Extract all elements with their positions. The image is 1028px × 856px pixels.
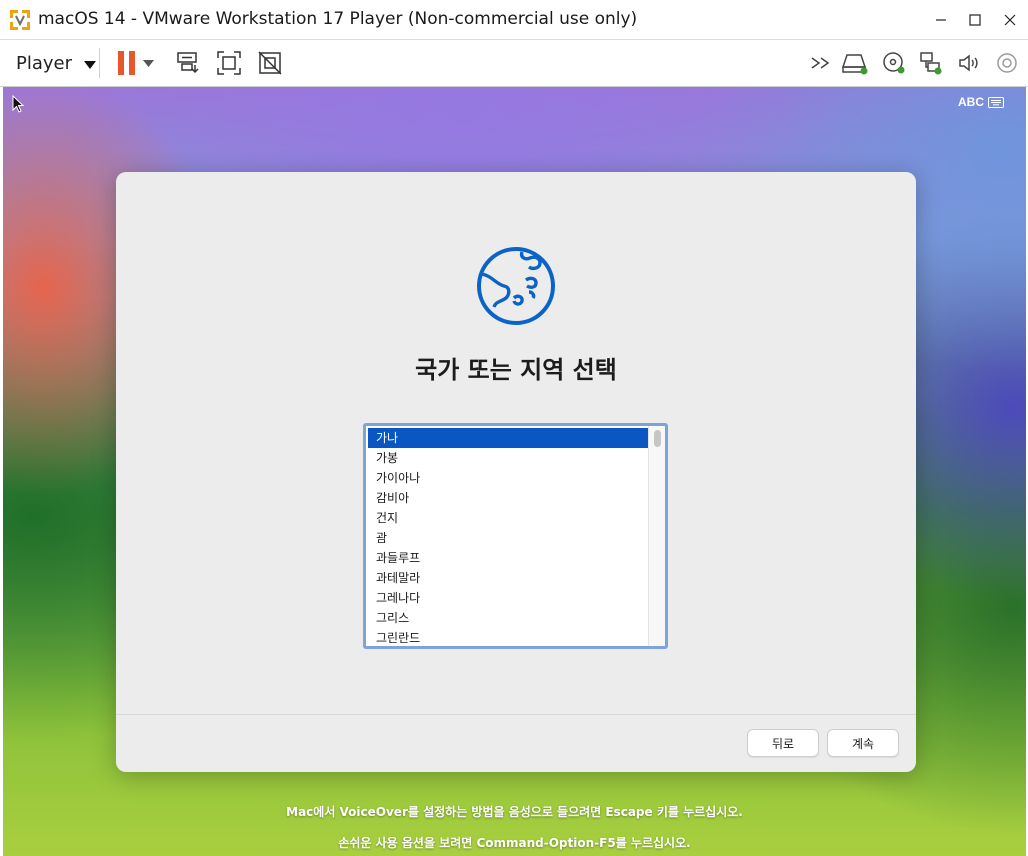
back-button[interactable]: 뒤로 (747, 729, 819, 757)
more-devices-button[interactable] (805, 46, 839, 80)
list-item[interactable]: 감비아 (368, 488, 648, 508)
list-item[interactable]: 가이아나 (368, 468, 648, 488)
pause-icon (118, 51, 135, 75)
list-item[interactable]: 그린란드 (368, 628, 648, 646)
unity-icon (258, 51, 282, 75)
list-scrollbar[interactable] (648, 426, 665, 646)
input-source-indicator[interactable]: ABC (958, 95, 1004, 109)
list-item[interactable]: 가봉 (368, 448, 648, 468)
player-toolbar: Player (0, 40, 1028, 87)
list-scrollbar-thumb[interactable] (654, 430, 661, 447)
toolbar-separator (99, 48, 100, 78)
vm-display[interactable]: ABC 국가 또는 지역 선택 가나 가봉 가이아나 감비아 건지 괌 과들루프 과테말라 그레… (3, 87, 1026, 856)
list-item[interactable]: 그레나다 (368, 588, 648, 608)
accessibility-hint: 손쉬운 사용 옵션을 보려면 Command-Option-F5를 누르십시오. (338, 836, 691, 850)
setup-assistant-panel: 국가 또는 지역 선택 가나 가봉 가이아나 감비아 건지 괌 과들루프 과테말라 그레나다 그리… (116, 172, 916, 772)
sound-button[interactable] (952, 46, 986, 80)
unity-button[interactable] (253, 46, 287, 80)
list-item[interactable]: 건지 (368, 508, 648, 528)
maximize-button[interactable] (958, 6, 992, 34)
list-item[interactable]: 과테말라 (368, 568, 648, 588)
fullscreen-button[interactable] (212, 46, 246, 80)
country-listbox[interactable]: 가나 가봉 가이아나 감비아 건지 괌 과들루프 과테말라 그레나다 그리스 그린란드 (363, 423, 668, 649)
send-ctrl-alt-del-icon (177, 52, 199, 74)
input-source-label: ABC (958, 95, 984, 109)
hard-disk-button[interactable] (838, 46, 872, 80)
list-item[interactable]: 과들루프 (368, 548, 648, 568)
keyboard-icon (988, 96, 1004, 108)
page-title: 국가 또는 지역 선택 (415, 356, 617, 384)
chevrons-icon (811, 57, 830, 69)
usb-button[interactable] (990, 46, 1024, 80)
vmware-app-icon (8, 8, 32, 32)
dropdown-icon (142, 59, 154, 67)
mouse-pointer-icon (12, 94, 25, 117)
send-ctrl-alt-del-button[interactable] (171, 46, 205, 80)
caret-down-icon (84, 53, 97, 74)
list-item[interactable]: 괌 (368, 528, 648, 548)
player-menu-button[interactable]: Player (10, 48, 102, 78)
network-adapter-button[interactable] (914, 46, 948, 80)
pause-dropdown-button[interactable] (138, 46, 158, 80)
network-adapter-icon (920, 52, 942, 75)
continue-button[interactable]: 계속 (827, 729, 899, 757)
list-item[interactable]: 가나 (368, 428, 648, 448)
close-button[interactable] (993, 6, 1027, 34)
window-title: macOS 14 - VMware Workstation 17 Player … (38, 9, 638, 29)
voiceover-hint: Mac에서 VoiceOver를 설정하는 방법을 음성으로 들으려면 Esca… (286, 805, 743, 819)
panel-divider (116, 714, 916, 715)
list-item[interactable]: 그리스 (368, 608, 648, 628)
hard-disk-icon (841, 54, 868, 75)
sound-icon (959, 54, 978, 72)
fullscreen-icon (217, 51, 241, 75)
minimize-button[interactable] (924, 6, 958, 34)
usb-icon (997, 53, 1017, 73)
country-list: 가나 가봉 가이아나 감비아 건지 괌 과들루프 과테말라 그레나다 그리스 그린란드 (366, 426, 648, 646)
cd-dvd-button[interactable] (877, 46, 911, 80)
window-titlebar: macOS 14 - VMware Workstation 17 Player … (0, 0, 1028, 40)
player-menu-label: Player (16, 52, 73, 74)
globe-icon (477, 247, 555, 325)
cd-dvd-icon (883, 52, 905, 74)
